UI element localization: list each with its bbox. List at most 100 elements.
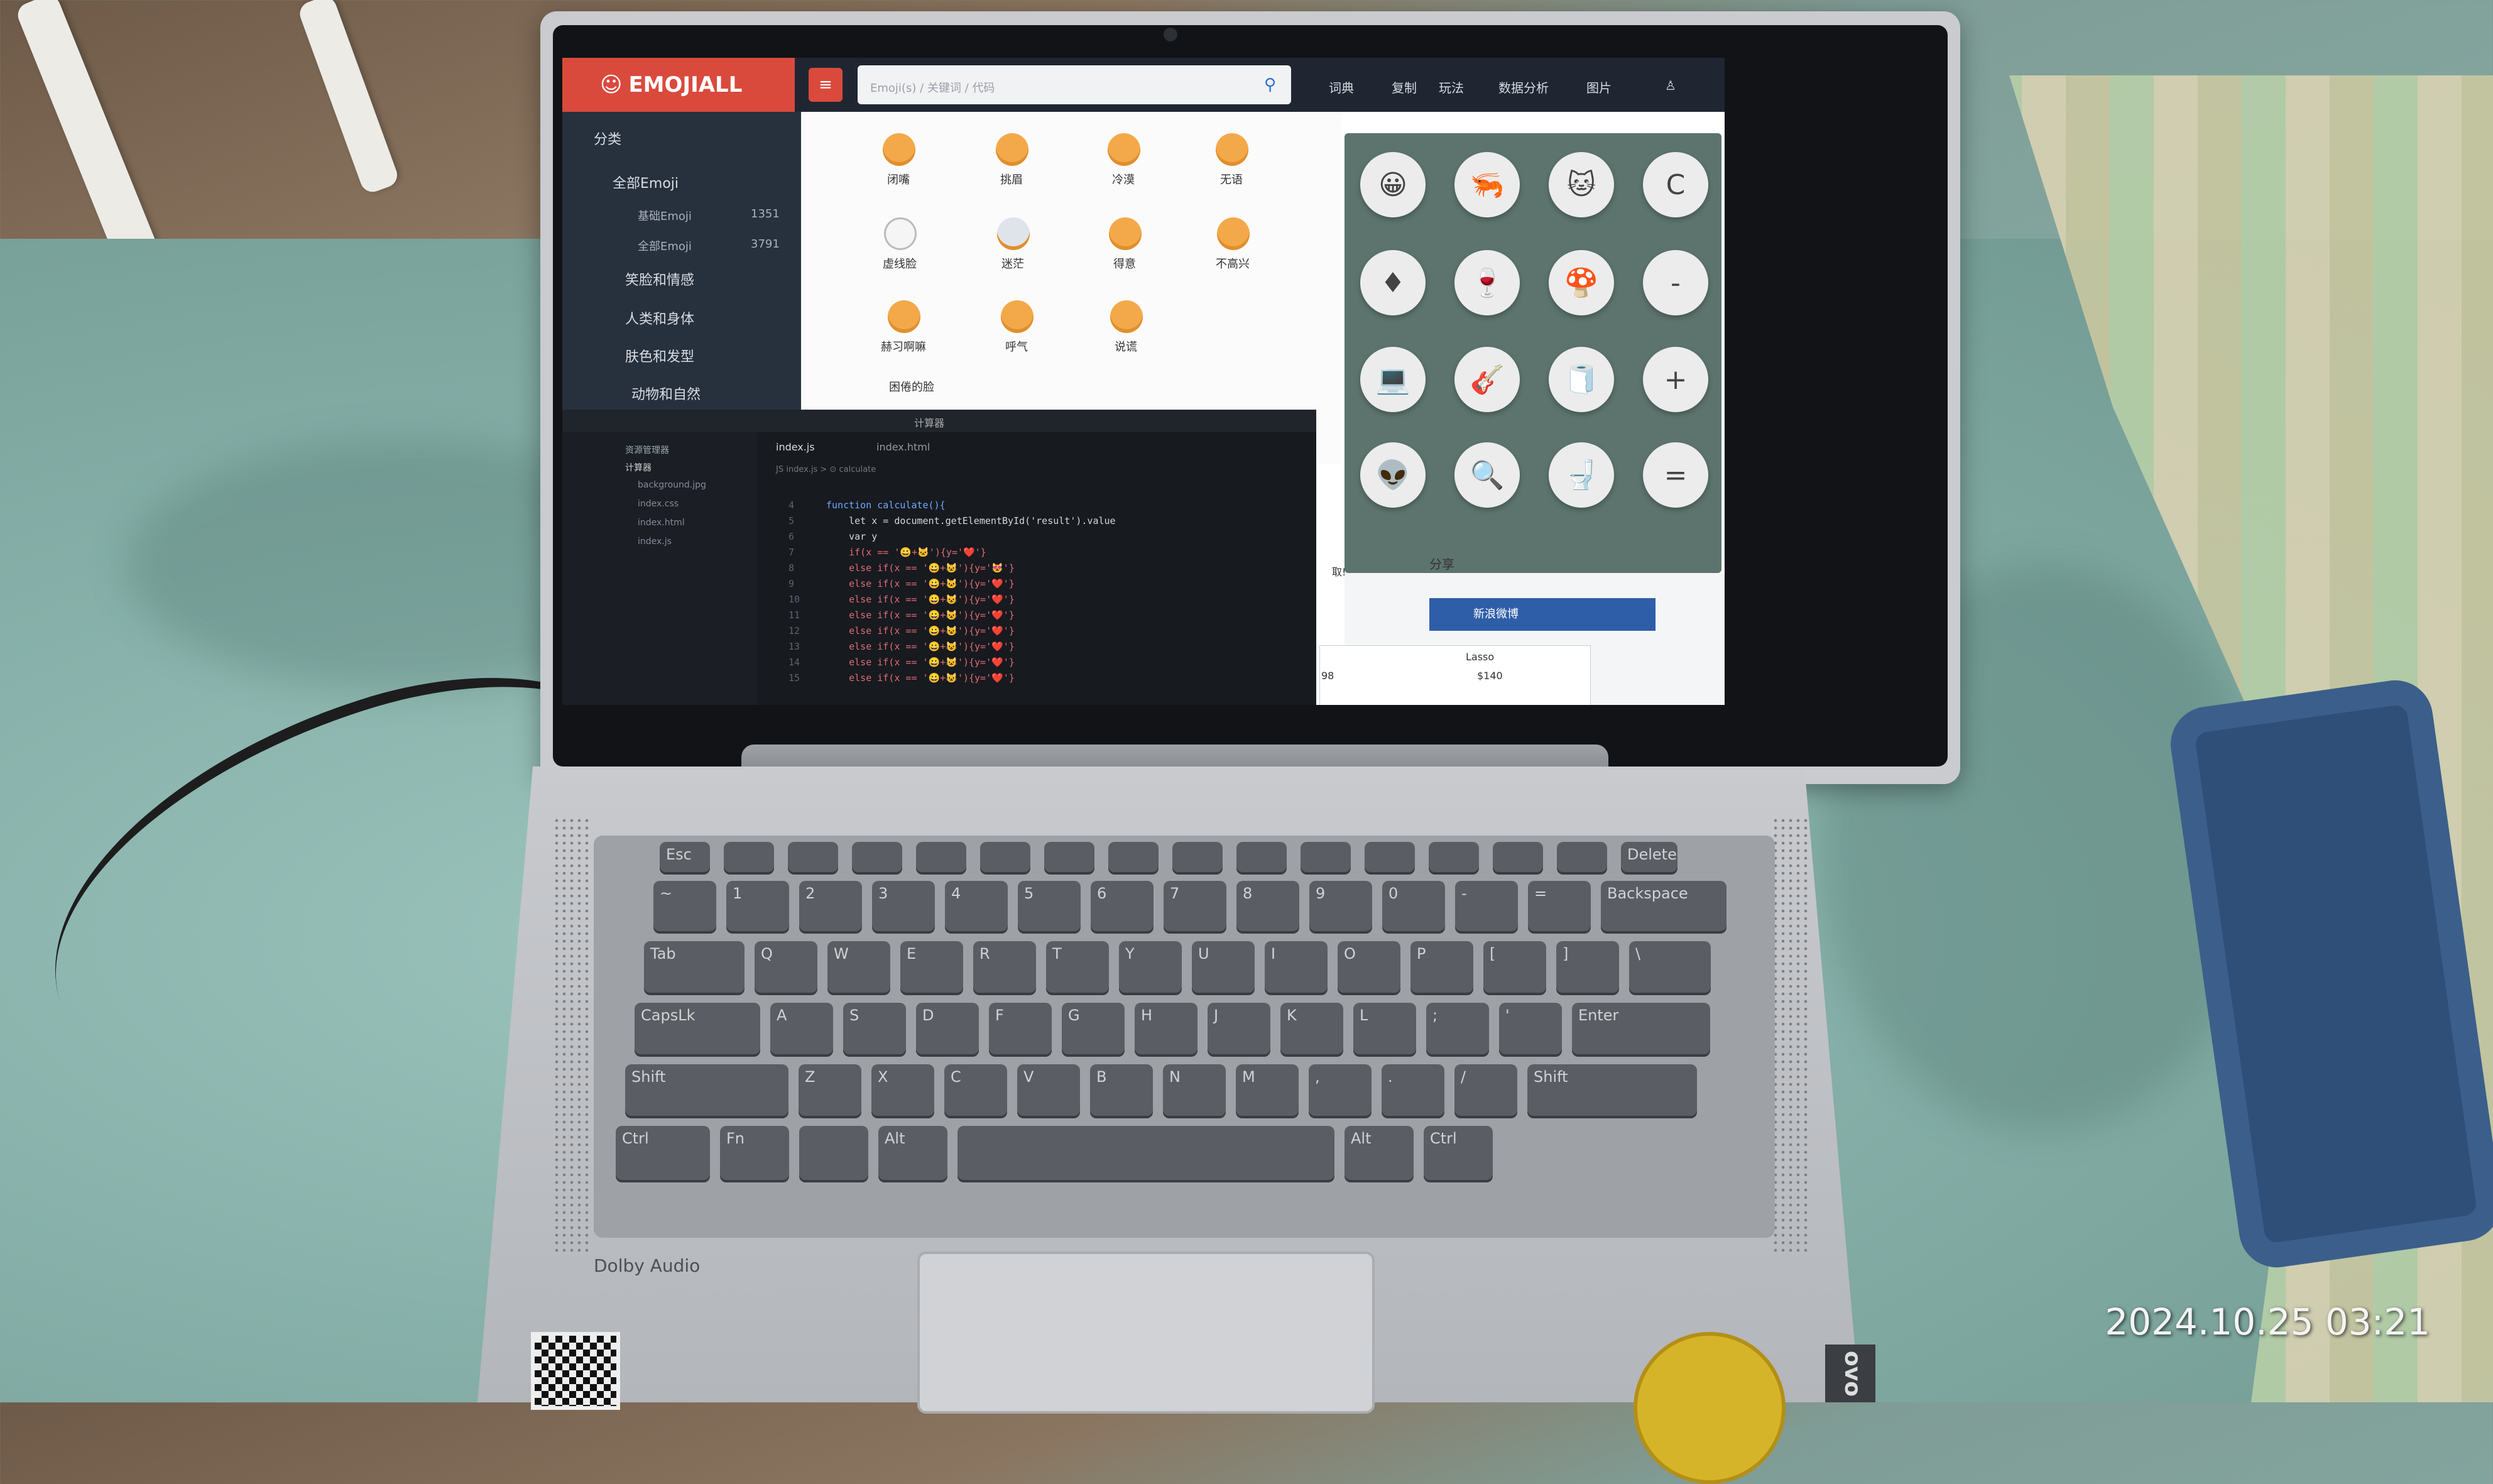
emoji-tile[interactable]: [888, 300, 920, 333]
keyboard-key[interactable]: Y: [1119, 941, 1182, 995]
sidebar-item-basic[interactable]: 基础Emoji: [638, 207, 692, 224]
keyboard-key[interactable]: V: [1017, 1064, 1080, 1118]
emoji-tile[interactable]: [884, 217, 917, 250]
keyboard-key[interactable]: 7: [1164, 881, 1226, 934]
keyboard-key[interactable]: [1236, 842, 1287, 875]
keyboard-key[interactable]: T: [1046, 941, 1109, 995]
site-logo[interactable]: ☺ EMOJIALL: [562, 58, 795, 112]
calc-emoji-button[interactable]: 🎸: [1454, 347, 1520, 412]
keyboard-key[interactable]: Fn: [720, 1126, 789, 1182]
keyboard-key[interactable]: Esc: [660, 842, 710, 875]
keyboard-key[interactable]: .: [1382, 1064, 1444, 1118]
weibo-share-button[interactable]: 新浪微博: [1429, 598, 1656, 631]
keyboard-key[interactable]: [980, 842, 1030, 875]
emoji-tile[interactable]: [1001, 300, 1034, 333]
keyboard-key[interactable]: B: [1090, 1064, 1153, 1118]
keyboard-key[interactable]: /: [1454, 1064, 1517, 1118]
sidebar-item-all-emoji[interactable]: 全部Emoji: [638, 237, 692, 254]
keyboard-key[interactable]: ': [1499, 1003, 1562, 1057]
keyboard-key[interactable]: [1172, 842, 1223, 875]
code-line[interactable]: else if(x == '😀+😺'){y='😻'}: [826, 560, 1015, 576]
code-line[interactable]: else if(x == '😀+😺'){y='❤️'}: [826, 592, 1015, 608]
code-line[interactable]: if(x == '😀+🐱'){y='❤️'}: [826, 545, 986, 560]
calc-plus-button[interactable]: +: [1643, 347, 1708, 412]
keyboard-key[interactable]: ,: [1309, 1064, 1372, 1118]
keyboard-key[interactable]: [1108, 842, 1159, 875]
user-icon[interactable]: ♙: [1665, 78, 1676, 93]
touchpad[interactable]: [917, 1252, 1375, 1414]
calc-emoji-button[interactable]: 💻: [1360, 347, 1426, 412]
keyboard-key[interactable]: O: [1338, 941, 1400, 995]
emoji-tile[interactable]: [1108, 133, 1140, 166]
keyboard-key[interactable]: H: [1135, 1003, 1197, 1057]
keyboard-key[interactable]: 9: [1309, 881, 1372, 934]
emoji-tile[interactable]: [996, 133, 1028, 166]
emoji-tile[interactable]: [883, 133, 915, 166]
keyboard-key[interactable]: ]: [1556, 941, 1619, 995]
keyboard-key[interactable]: D: [916, 1003, 979, 1057]
keyboard-key[interactable]: S: [843, 1003, 906, 1057]
calc-equals-button[interactable]: =: [1643, 442, 1708, 508]
calc-emoji-button[interactable]: 🧻: [1549, 347, 1614, 412]
keyboard-key[interactable]: 2: [799, 881, 862, 934]
keyboard-key[interactable]: [1301, 842, 1351, 875]
keyboard-key[interactable]: X: [871, 1064, 934, 1118]
code-line[interactable]: else if(x == '😀+😺'){y='❤️'}: [826, 639, 1015, 655]
file-item[interactable]: index.css: [638, 499, 679, 509]
nav-item-copy[interactable]: 复制: [1392, 78, 1417, 96]
keyboard-key[interactable]: I: [1265, 941, 1328, 995]
code-line[interactable]: let x = document.getElementById('result'…: [826, 513, 1115, 529]
keyboard-key[interactable]: 6: [1091, 881, 1154, 934]
keyboard-key[interactable]: C: [944, 1064, 1007, 1118]
keyboard-key[interactable]: Ctrl: [616, 1126, 710, 1182]
file-item[interactable]: index.html: [638, 518, 685, 528]
calc-clear-button[interactable]: C: [1643, 152, 1708, 217]
search-icon[interactable]: ⚲: [1264, 75, 1276, 94]
filter-button[interactable]: ≡: [809, 68, 843, 102]
emoji-tile[interactable]: [1109, 217, 1142, 250]
nav-item-images[interactable]: 图片: [1586, 78, 1612, 96]
keyboard-key[interactable]: F: [989, 1003, 1052, 1057]
keyboard-key[interactable]: 8: [1236, 881, 1299, 934]
keyboard-key[interactable]: A: [770, 1003, 833, 1057]
keyboard-key[interactable]: -: [1455, 881, 1518, 934]
sidebar-item-smileys[interactable]: 笑脸和情感: [625, 269, 694, 289]
keyboard-key[interactable]: P: [1410, 941, 1473, 995]
calc-emoji-button[interactable]: 😀: [1360, 152, 1426, 217]
keyboard-key[interactable]: [957, 1126, 1334, 1182]
keyboard-key[interactable]: ;: [1426, 1003, 1489, 1057]
keyboard-key[interactable]: \: [1629, 941, 1711, 995]
emoji-tile[interactable]: [1216, 133, 1248, 166]
keyboard-key[interactable]: Alt: [1345, 1126, 1414, 1182]
calc-emoji-button[interactable]: ♦: [1360, 250, 1426, 315]
keyboard-key[interactable]: 3: [872, 881, 935, 934]
emoji-tile[interactable]: [997, 217, 1030, 250]
keyboard-key[interactable]: ~: [653, 881, 716, 934]
keyboard-key[interactable]: Shift: [625, 1064, 788, 1118]
keyboard-key[interactable]: [1493, 842, 1543, 875]
keyboard-key[interactable]: Ctrl: [1424, 1126, 1493, 1182]
code-line[interactable]: else if(x == '😀+🐱'){y='❤️'}: [826, 576, 1015, 592]
keyboard-key[interactable]: U: [1192, 941, 1255, 995]
nav-item-analysis[interactable]: 数据分析: [1498, 78, 1549, 96]
keyboard-key[interactable]: [: [1483, 941, 1546, 995]
keyboard-key[interactable]: [916, 842, 966, 875]
keyboard-key[interactable]: K: [1280, 1003, 1343, 1057]
editor-tab[interactable]: index.html: [876, 441, 930, 453]
calc-emoji-button[interactable]: 🍄: [1549, 250, 1614, 315]
keyboard-key[interactable]: Tab: [644, 941, 745, 995]
keyboard-key[interactable]: Alt: [878, 1126, 947, 1182]
keyboard-key[interactable]: Z: [799, 1064, 861, 1118]
nav-item-dictionary[interactable]: 词典: [1329, 78, 1354, 96]
keyboard-key[interactable]: G: [1062, 1003, 1125, 1057]
code-line[interactable]: else if(x == '😀+😺'){y='❤️'}: [826, 608, 1015, 623]
keyboard-key[interactable]: N: [1163, 1064, 1226, 1118]
sidebar-item-animals[interactable]: 动物和自然: [631, 383, 701, 403]
keyboard-key[interactable]: [724, 842, 774, 875]
keyboard-key[interactable]: 0: [1382, 881, 1445, 934]
keyboard-key[interactable]: M: [1236, 1064, 1299, 1118]
keyboard-key[interactable]: [1429, 842, 1479, 875]
keyboard-key[interactable]: 5: [1018, 881, 1081, 934]
file-item[interactable]: background.jpg: [638, 480, 706, 490]
keyboard-key[interactable]: [1044, 842, 1094, 875]
